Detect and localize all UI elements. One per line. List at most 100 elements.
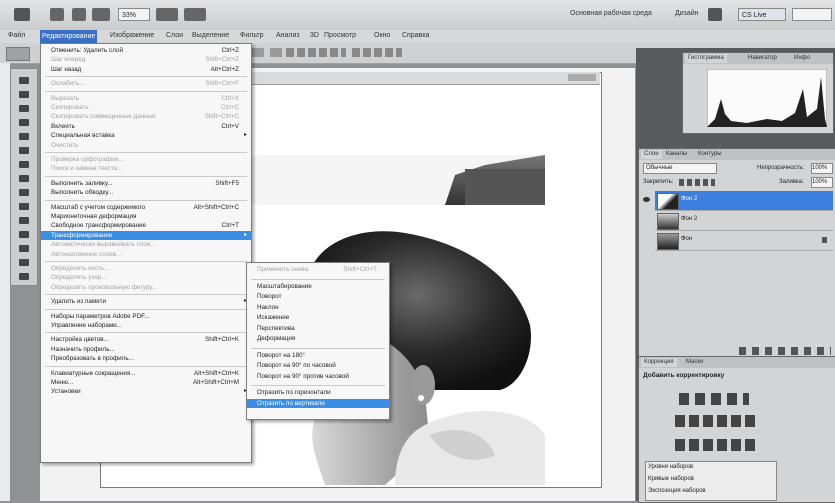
dodge-tool-icon[interactable] — [15, 257, 33, 269]
menu-analysis[interactable]: Анализ — [274, 32, 302, 39]
menu-item[interactable]: Меню... Alt+Shift+Ctrl+M — [41, 378, 251, 387]
menu-item[interactable]: Искажение — [247, 313, 389, 322]
list-item[interactable]: Экспозиция наборов — [648, 488, 706, 494]
menu-file[interactable]: Файл — [6, 32, 27, 39]
tab-info[interactable]: Инфо — [791, 54, 813, 63]
tab-navigator[interactable]: Навигатор — [745, 54, 780, 63]
bridge-icon[interactable] — [50, 8, 64, 21]
menu-item[interactable]: Наклон — [247, 303, 389, 312]
lock-icons[interactable] — [679, 179, 715, 186]
move-tool-icon[interactable] — [15, 75, 33, 87]
menu-image[interactable]: Изображение — [108, 32, 156, 39]
tab-layers[interactable]: Слои — [641, 150, 662, 159]
zoom-value: 33% — [122, 12, 137, 19]
layer-action-icons[interactable] — [739, 347, 831, 355]
menu-3d[interactable]: 3D — [308, 32, 321, 39]
arrange-documents-icon[interactable] — [156, 8, 178, 21]
zoom-select[interactable]: 33% — [118, 8, 150, 21]
minibridge-icon[interactable] — [72, 8, 86, 21]
menu-item[interactable]: Назначить профиль... — [41, 345, 251, 354]
screen-mode-icon[interactable] — [184, 8, 206, 21]
eyedropper-tool-icon[interactable] — [15, 145, 33, 157]
list-item[interactable]: Кривые наборов — [648, 476, 694, 482]
tab-histogram[interactable]: Гистограмма — [685, 54, 727, 63]
menu-item[interactable]: Свободное трансформирование Ctrl+T — [41, 221, 251, 230]
menu-item[interactable]: Наборы параметров Adobe PDF... — [41, 312, 251, 321]
menu-item[interactable]: Поворот на 90° против часовой — [247, 372, 389, 381]
adjustment-icons-row-3[interactable] — [675, 439, 759, 451]
menu-item[interactable]: Деформация — [247, 334, 389, 343]
menu-item-shortcut: Shift+Ctrl+K — [205, 336, 239, 344]
opacity-input[interactable]: 100% — [811, 163, 833, 174]
menu-layers[interactable]: Слои — [164, 32, 185, 39]
document-window-controls[interactable] — [568, 74, 596, 81]
tab-channels[interactable]: Каналы — [663, 150, 690, 159]
menu-item[interactable]: Шаг назад Alt+Ctrl+Z — [41, 65, 251, 74]
menu-item[interactable]: Выполнить заливку... Shift+F5 — [41, 179, 251, 188]
tool-preset-picker[interactable] — [6, 47, 30, 61]
menu-help[interactable]: Справка — [400, 32, 431, 39]
pen-tool-icon[interactable] — [15, 271, 33, 283]
menu-item[interactable]: Клавиатурные сокращения... Alt+Shift+Ctrl… — [41, 369, 251, 378]
align-center-icon[interactable] — [270, 48, 282, 57]
menu-item[interactable]: Выполнить обводку... — [41, 188, 251, 197]
fill-input[interactable]: 100% — [811, 177, 833, 188]
workspace-design[interactable]: Дизайн — [675, 10, 699, 17]
menu-filter[interactable]: Фильтр — [238, 32, 266, 39]
layer-row[interactable]: Фон 2 — [655, 211, 833, 231]
distribute-icons[interactable] — [352, 48, 402, 57]
align-distribute-icons[interactable] — [286, 48, 346, 57]
menu-item[interactable]: Поворот на 90° по часовой — [247, 361, 389, 370]
blend-mode-select[interactable]: Обычные — [643, 163, 717, 174]
menu-edit[interactable]: Редактирование — [40, 30, 98, 43]
eye-icon[interactable] — [643, 197, 650, 202]
menu-item[interactable]: Отменить: Удалить слой Ctrl+Z — [41, 46, 251, 55]
blur-tool-icon[interactable] — [15, 243, 33, 255]
menu-view[interactable]: Просмотр — [322, 32, 358, 39]
menu-item[interactable]: Вклеить Ctrl+V — [41, 122, 251, 131]
menu-item[interactable]: Удалить из памяти▸ — [41, 297, 251, 306]
menu-item[interactable]: Отразить по горизонтали — [247, 388, 389, 397]
view-extras-icon[interactable] — [92, 8, 110, 21]
cs-live-button[interactable]: CS Live — [738, 8, 786, 21]
menu-window[interactable]: Окно — [372, 32, 392, 39]
menu-item[interactable]: Настройка цветов... Shift+Ctrl+K — [41, 335, 251, 344]
tab-masks[interactable]: Маски — [683, 358, 706, 367]
menu-select[interactable]: Выделение — [190, 32, 231, 39]
menu-item[interactable]: Перспектива — [247, 324, 389, 333]
menu-item[interactable]: Марионеточная деформация — [41, 212, 251, 221]
window-controls[interactable] — [792, 8, 832, 21]
menu-item-shortcut: Alt+Ctrl+Z — [210, 65, 239, 73]
align-top-icon[interactable] — [252, 48, 264, 57]
lasso-tool-icon[interactable] — [15, 103, 33, 115]
menu-item[interactable]: Управление наборами... — [41, 321, 251, 330]
layer-row[interactable]: Фон 2 — [643, 191, 833, 211]
adjustment-icons-row-1[interactable] — [679, 393, 749, 405]
menu-item[interactable]: Поворот на 180° — [247, 351, 389, 360]
eraser-tool-icon[interactable] — [15, 215, 33, 227]
healing-brush-tool-icon[interactable] — [15, 159, 33, 171]
menu-item[interactable]: Отразить по вертикали — [247, 398, 389, 408]
list-item[interactable]: Уровни наборов — [648, 464, 693, 470]
gradient-tool-icon[interactable] — [15, 229, 33, 241]
menu-item[interactable]: Масштабирование — [247, 282, 389, 291]
workspace-main[interactable]: Основная рабочая среда — [570, 10, 652, 17]
menu-item[interactable]: Специальная вставка ▸ — [41, 131, 251, 140]
menu-item[interactable]: Установки▸ — [41, 387, 251, 396]
adjustment-icons-row-2[interactable] — [675, 415, 759, 427]
tab-adjustments[interactable]: Коррекция — [641, 358, 677, 367]
tab-paths[interactable]: Контуры — [695, 150, 725, 159]
clone-stamp-tool-icon[interactable] — [15, 187, 33, 199]
layer-row[interactable]: Фон — [655, 231, 833, 251]
menu-item[interactable]: Преобразовать в профиль... — [41, 354, 251, 363]
history-brush-tool-icon[interactable] — [15, 201, 33, 213]
menu-item[interactable]: Поворот — [247, 292, 389, 301]
marquee-tool-icon[interactable] — [15, 89, 33, 101]
quick-select-tool-icon[interactable] — [15, 117, 33, 129]
menu-item-label: Назначить профиль... — [51, 345, 115, 353]
workspace-menu-icon[interactable] — [708, 8, 722, 21]
brush-tool-icon[interactable] — [15, 173, 33, 185]
crop-tool-icon[interactable] — [15, 131, 33, 143]
menu-item[interactable]: Масштаб с учетом содержимого Alt+Shift+Ct… — [41, 203, 251, 212]
menu-item[interactable]: Трансформирование ▸ — [41, 230, 251, 240]
